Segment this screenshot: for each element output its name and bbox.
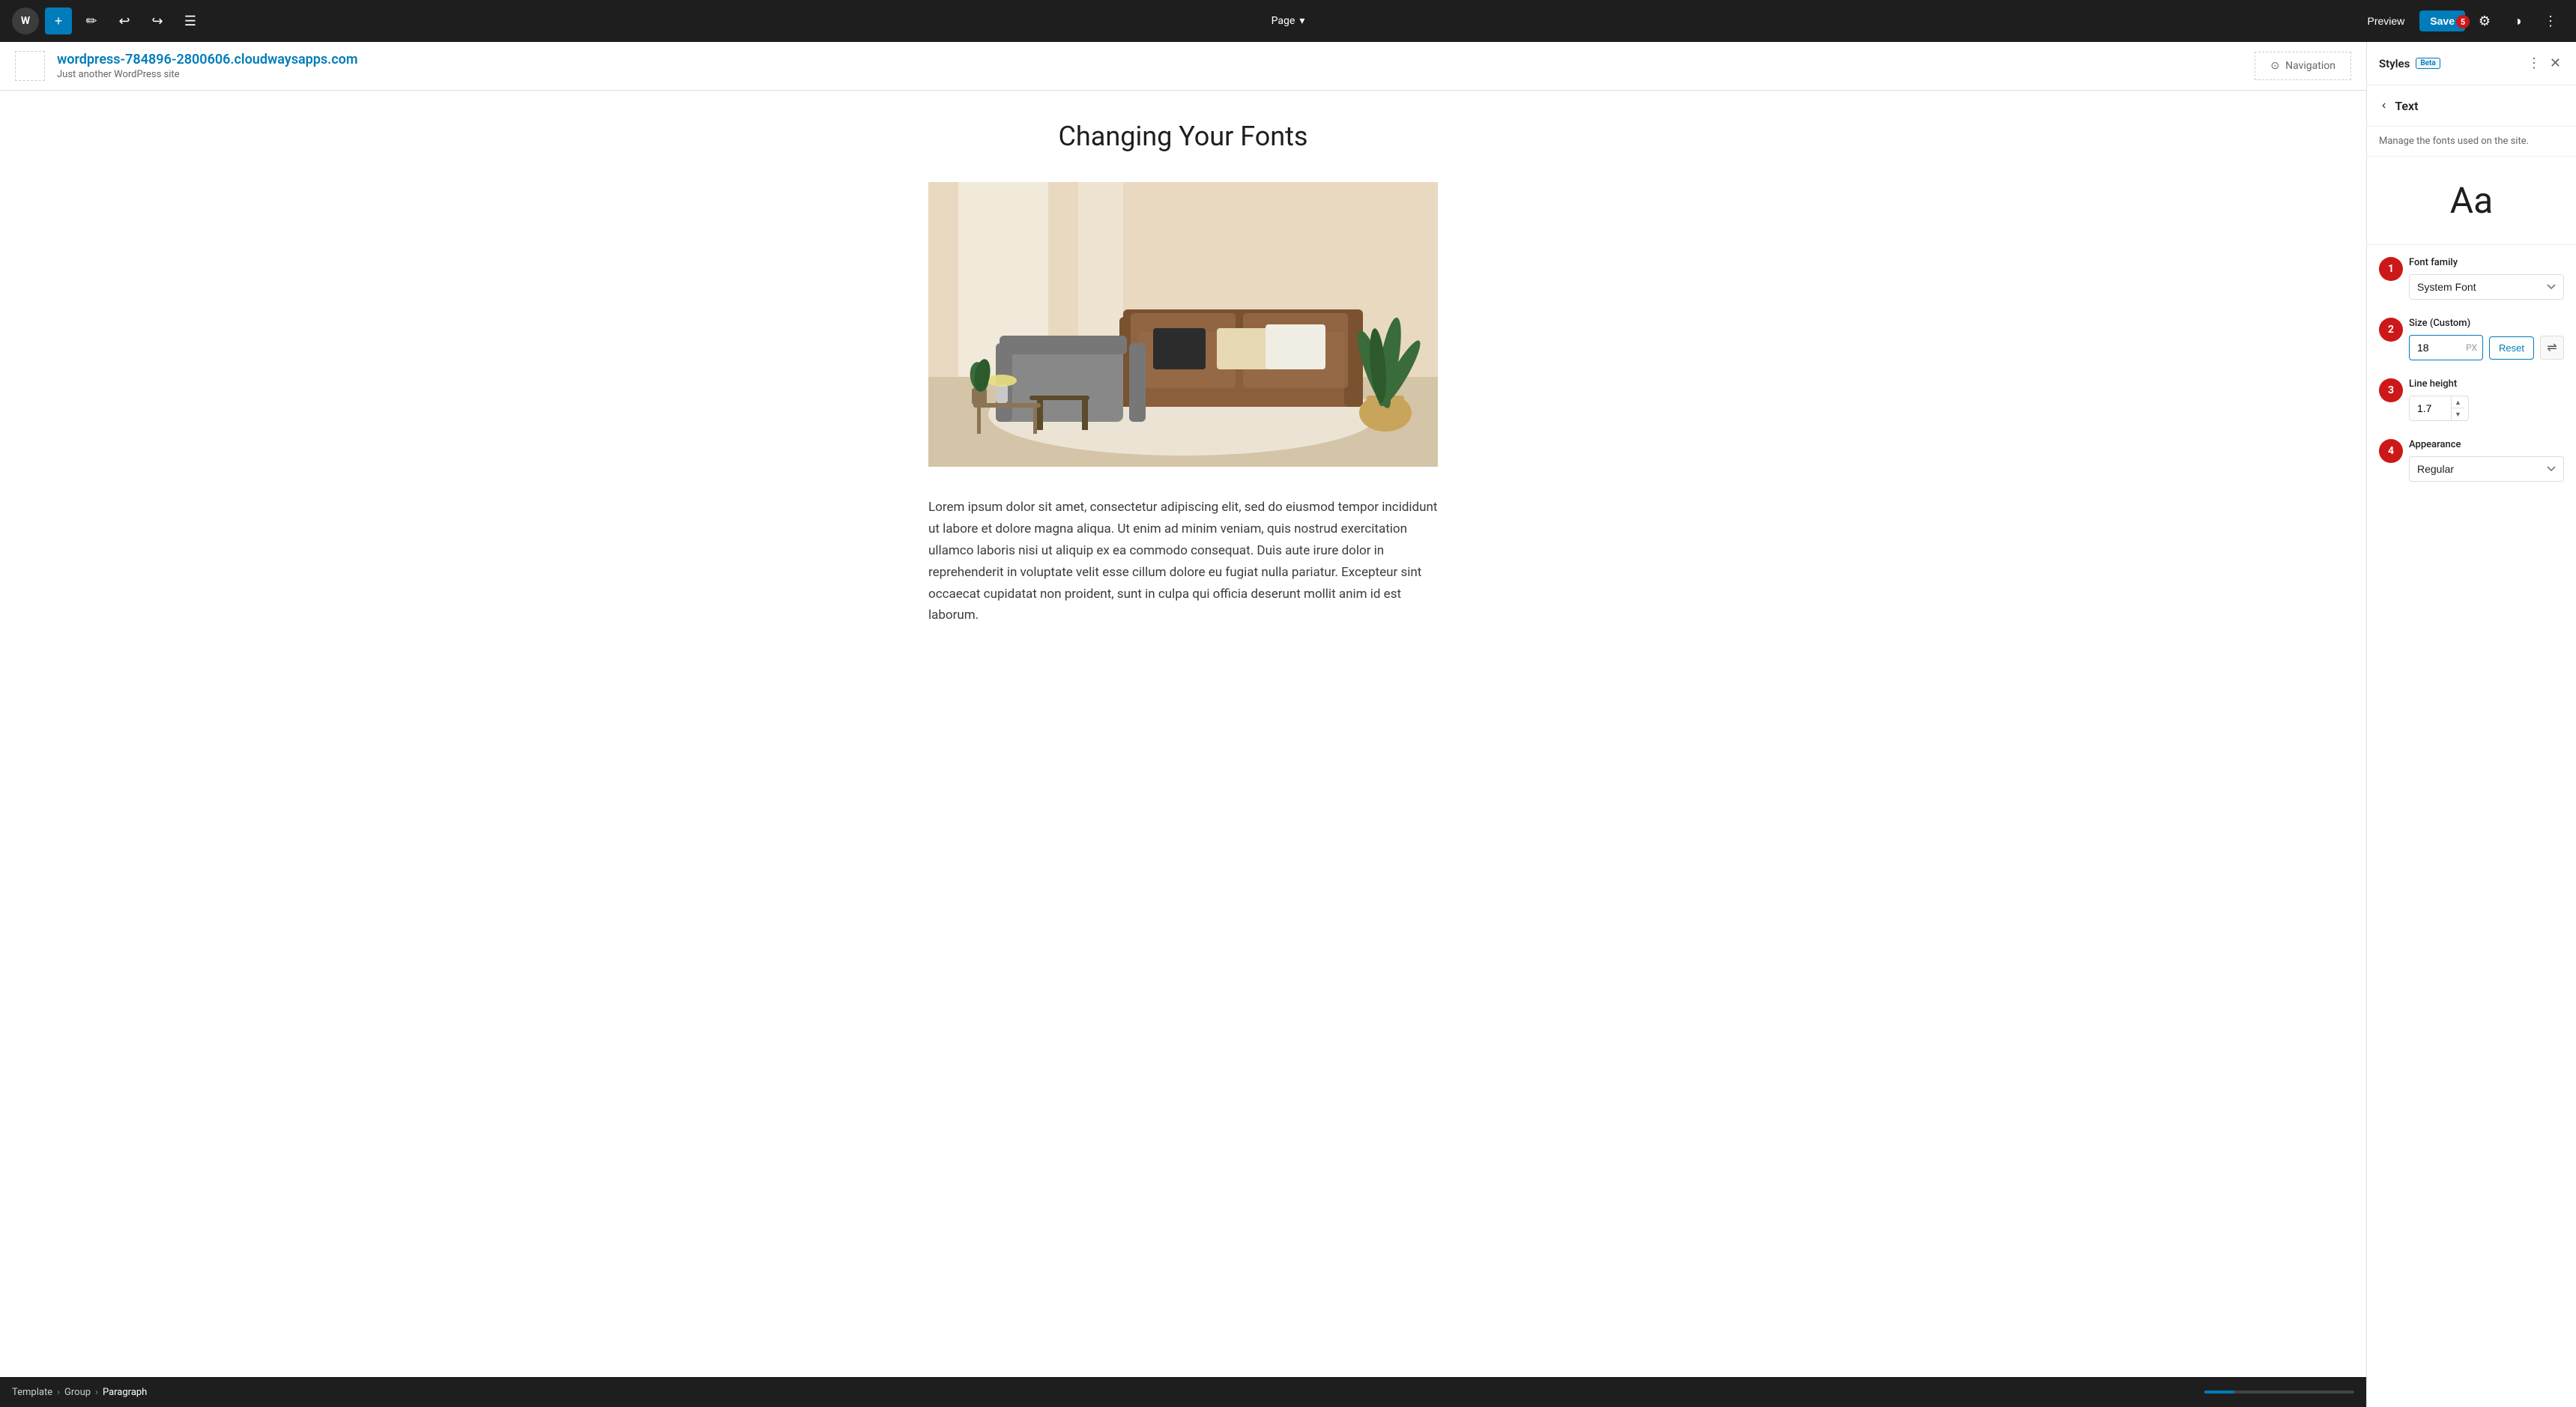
add-block-button[interactable]: +	[45, 7, 72, 34]
size-input-wrap: PX	[2409, 335, 2483, 360]
navigation-icon: ⊙	[2270, 60, 2279, 72]
toolbar: W + ✏ ↩ ↪ ☰ Page ▾ Preview Save 5 ⚙ ◑ ⋮	[0, 0, 2576, 42]
font-family-row: 1 Font family System Font Sans Serif Ser…	[2379, 257, 2564, 300]
undo-button[interactable]: ↩	[111, 7, 138, 34]
page-content: Changing Your Fonts	[0, 91, 2366, 1377]
breadcrumb-group[interactable]: Group	[64, 1387, 91, 1398]
site-favicon	[15, 51, 45, 81]
site-tagline: Just another WordPress site	[57, 69, 358, 80]
edit-button[interactable]: ✏	[78, 7, 105, 34]
appearance-control: Appearance Regular Bold Italic Bold Ital…	[2409, 439, 2564, 482]
settings-button[interactable]: ⚙	[2471, 7, 2498, 34]
styles-label: Styles	[2379, 57, 2410, 70]
save-wrap: Save 5	[2419, 10, 2465, 31]
save-badge: 5	[2456, 15, 2470, 28]
step-3-indicator: 3	[2379, 378, 2403, 402]
breadcrumb-sep-1: ›	[57, 1387, 60, 1398]
appearance-button[interactable]: ◑	[2504, 7, 2531, 34]
sidebar-text-header: ‹ Text	[2367, 85, 2576, 127]
page-title: Changing Your Fonts	[45, 121, 2321, 152]
aa-text: Aa	[2450, 179, 2493, 222]
sidebar-more-button[interactable]: ⋮	[2524, 52, 2544, 74]
breadcrumb-template[interactable]: Template	[12, 1387, 52, 1398]
list-view-button[interactable]: ☰	[177, 7, 204, 34]
scroll-thumb	[2204, 1391, 2234, 1394]
sidebar-header-actions: ⋮ ✕	[2524, 52, 2564, 74]
step-4-indicator: 4	[2379, 439, 2403, 463]
navigation-block[interactable]: ⊙ Navigation	[2255, 52, 2351, 80]
styles-sidebar: Styles Beta ⋮ ✕ ‹ Text Manage the fonts …	[2366, 42, 2576, 1407]
font-family-control: Font family System Font Sans Serif Serif…	[2409, 257, 2564, 300]
size-unit: PX	[2466, 342, 2477, 353]
sidebar-top-header: Styles Beta ⋮ ✕	[2367, 42, 2576, 85]
step-2-indicator: 2	[2379, 318, 2403, 342]
sidebar-description: Manage the fonts used on the site.	[2367, 127, 2576, 157]
room-illustration	[928, 182, 1438, 467]
controls-area: 1 Font family System Font Sans Serif Ser…	[2367, 245, 2576, 1407]
size-row-wrapper: 2 Size (Custom) PX Reset ⇌	[2379, 318, 2564, 360]
line-height-spinners: ▲ ▼	[2451, 396, 2464, 420]
line-height-control: Line height ▲ ▼	[2409, 378, 2564, 421]
more-options-button[interactable]: ⋮	[2537, 7, 2564, 34]
step-1-indicator: 1	[2379, 257, 2403, 281]
line-height-input-wrap: ▲ ▼	[2409, 396, 2469, 421]
size-control: Size (Custom) PX Reset ⇌	[2409, 318, 2564, 360]
sidebar-panel-title: Text	[2395, 99, 2418, 113]
size-label: Size (Custom)	[2409, 318, 2564, 329]
size-icon-button[interactable]: ⇌	[2540, 336, 2564, 360]
aa-preview: Aa	[2367, 157, 2576, 245]
line-height-row: 3 Line height ▲ ▼	[2379, 378, 2564, 421]
line-height-down-button[interactable]: ▼	[2452, 408, 2464, 420]
font-family-label: Font family	[2409, 257, 2564, 268]
beta-badge: Beta	[2416, 58, 2440, 69]
toolbar-right: Preview Save 5 ⚙ ◑ ⋮	[2359, 7, 2565, 34]
canvas-area: wordpress-784896-2800606.cloudwaysapps.c…	[0, 42, 2366, 1407]
appearance-label: Appearance	[2409, 439, 2564, 450]
page-image	[928, 182, 1438, 467]
line-height-up-button[interactable]: ▲	[2452, 396, 2464, 408]
site-url[interactable]: wordpress-784896-2800606.cloudwaysapps.c…	[57, 52, 358, 67]
bottom-bar: Template › Group › Paragraph	[0, 1377, 2366, 1407]
page-selector[interactable]: Page ▾	[1272, 15, 1305, 27]
browser-bar: wordpress-784896-2800606.cloudwaysapps.c…	[0, 42, 2366, 91]
sidebar-back-button[interactable]: ‹	[2379, 96, 2389, 115]
reset-button[interactable]: Reset	[2489, 336, 2534, 360]
sidebar-close-button[interactable]: ✕	[2547, 52, 2564, 74]
font-family-select[interactable]: System Font Sans Serif Serif Monospace	[2409, 274, 2564, 300]
appearance-row: 4 Appearance Regular Bold Italic Bold It…	[2379, 439, 2564, 482]
appearance-select[interactable]: Regular Bold Italic Bold Italic	[2409, 456, 2564, 482]
line-height-input[interactable]	[2410, 396, 2451, 420]
site-info: wordpress-784896-2800606.cloudwaysapps.c…	[57, 52, 358, 80]
wp-logo: W	[12, 7, 39, 34]
breadcrumb-sep-2: ›	[95, 1387, 98, 1398]
page-body-text: Lorem ipsum dolor sit amet, consectetur …	[928, 497, 1438, 626]
preview-button[interactable]: Preview	[2359, 10, 2414, 31]
size-input-row: PX Reset ⇌	[2409, 335, 2564, 360]
scroll-indicator	[2204, 1391, 2354, 1394]
redo-button[interactable]: ↪	[144, 7, 171, 34]
breadcrumb-paragraph[interactable]: Paragraph	[103, 1387, 147, 1398]
navigation-label: Navigation	[2285, 60, 2335, 72]
line-height-label: Line height	[2409, 378, 2564, 390]
main-layout: wordpress-784896-2800606.cloudwaysapps.c…	[0, 42, 2576, 1407]
